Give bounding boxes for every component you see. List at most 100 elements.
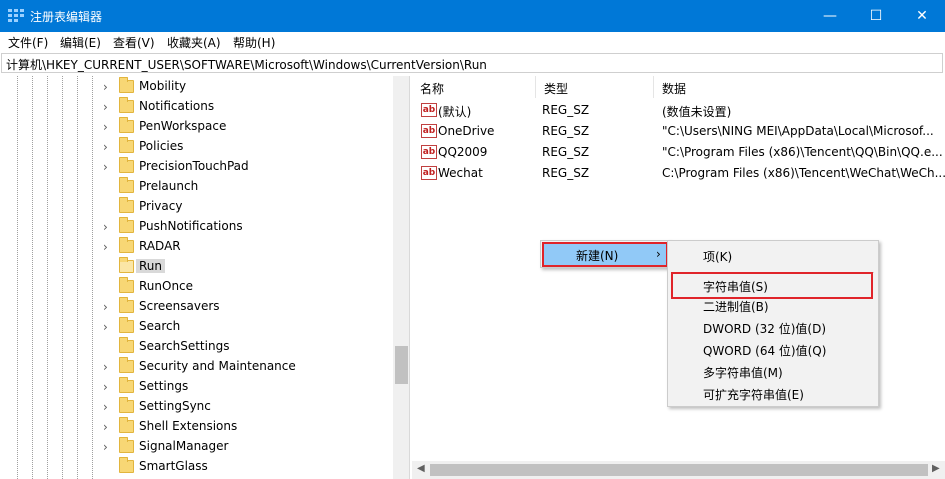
value-type: REG_SZ [542, 103, 590, 117]
list-scroll-thumb[interactable] [430, 464, 928, 476]
scroll-right-arrow-icon[interactable]: ▶ [932, 463, 940, 474]
submenu-item-expandable-string-value[interactable]: 可扩充字符串值(E) [671, 382, 875, 404]
chevron-right-icon[interactable]: › [103, 380, 113, 394]
tree-guide-line [77, 76, 78, 479]
menu-edit[interactable]: 编辑(E) [60, 34, 101, 51]
value-row-wechat[interactable]: ab Wechat REG_SZ C:\Program Files (x86)\… [412, 163, 945, 184]
tree-item-settings[interactable]: › Settings [103, 377, 393, 397]
tree-item-privacy[interactable]: Privacy [103, 197, 393, 217]
folder-icon [119, 297, 134, 313]
menu-bar: 文件(F) 编辑(E) 查看(V) 收藏夹(A) 帮助(H) [0, 32, 945, 52]
value-type: REG_SZ [542, 166, 590, 180]
tree-item-signalmanager[interactable]: › SignalManager [103, 437, 393, 457]
submenu-item-binary-value[interactable]: 二进制值(B) [671, 294, 875, 316]
chevron-right-icon[interactable]: › [103, 220, 113, 234]
folder-icon [119, 217, 134, 233]
column-header-name[interactable]: 名称 [412, 76, 536, 98]
maximize-button[interactable]: ☐ [853, 0, 899, 32]
chevron-right-icon[interactable]: › [103, 320, 113, 334]
submenu-item-label: 多字符串值(M) [703, 366, 783, 380]
tree-item-notifications[interactable]: › Notifications [103, 97, 393, 117]
new-submenu: 项(K) 字符串值(S) 二进制值(B) DWORD (32 位)值(D) QW… [667, 240, 879, 407]
tree-item-search[interactable]: › Search [103, 317, 393, 337]
chevron-right-icon[interactable]: › [103, 360, 113, 374]
chevron-right-icon[interactable]: › [103, 420, 113, 434]
tree-vertical-scrollbar[interactable] [393, 76, 409, 479]
tree-item-label: Search [139, 319, 181, 333]
tree-item-settingsync[interactable]: › SettingSync [103, 397, 393, 417]
menu-help[interactable]: 帮助(H) [233, 34, 275, 51]
folder-icon [119, 97, 134, 113]
chevron-right-icon[interactable]: › [103, 80, 113, 94]
tree-guide-line [32, 76, 33, 479]
value-row-qq2009[interactable]: ab QQ2009 REG_SZ "C:\Program Files (x86)… [412, 142, 945, 163]
tree-item-pushnotifications[interactable]: › PushNotifications [103, 217, 393, 237]
tree-item-penworkspace[interactable]: › PenWorkspace [103, 117, 393, 137]
folder-icon [119, 277, 134, 293]
value-name: Wechat [438, 166, 483, 180]
column-header-type[interactable]: 类型 [536, 76, 654, 98]
value-type: REG_SZ [542, 124, 590, 138]
chevron-right-icon[interactable]: › [103, 400, 113, 414]
folder-icon [119, 157, 134, 173]
tree-item-screensavers[interactable]: › Screensavers [103, 297, 393, 317]
submenu-item-multi-string-value[interactable]: 多字符串值(M) [671, 360, 875, 382]
submenu-item-qword-value[interactable]: QWORD (64 位)值(Q) [671, 338, 875, 360]
key-tree-pane[interactable]: › Mobility › Notifications › PenWorkspac… [1, 76, 410, 479]
tree-item-policies[interactable]: › Policies [103, 137, 393, 157]
folder-icon [119, 437, 134, 453]
tree-guide-line [62, 76, 63, 479]
scroll-left-arrow-icon[interactable]: ◀ [417, 463, 425, 474]
column-header-data[interactable]: 数据 [654, 76, 945, 98]
tree-item-searchsettings[interactable]: SearchSettings [103, 337, 393, 357]
chevron-right-icon[interactable]: › [103, 100, 113, 114]
folder-icon [119, 417, 134, 433]
window-title: 注册表编辑器 [30, 10, 103, 24]
tree-item-smartglass[interactable]: SmartGlass [103, 457, 393, 477]
value-name: QQ2009 [438, 145, 488, 159]
tree-item-prelaunch[interactable]: Prelaunch [103, 177, 393, 197]
folder-icon [119, 377, 134, 393]
menu-favorites[interactable]: 收藏夹(A) [167, 34, 221, 51]
tree-item-label: Settings [139, 379, 189, 393]
chevron-right-icon[interactable]: › [103, 240, 113, 254]
minimize-button[interactable]: — [807, 0, 853, 32]
list-horizontal-scrollbar[interactable]: ◀ ▶ [412, 461, 945, 479]
value-data: (数值未设置) [662, 105, 732, 119]
highlight-box-new [542, 242, 668, 267]
value-data: "C:\Program Files (x86)\Tencent\QQ\Bin\Q… [662, 145, 943, 159]
tree-item-radar[interactable]: › RADAR [103, 237, 393, 257]
chevron-right-icon[interactable]: › [103, 120, 113, 134]
address-bar[interactable]: 计算机\HKEY_CURRENT_USER\SOFTWARE\Microsoft… [1, 53, 943, 73]
close-button[interactable]: ✕ [899, 0, 945, 32]
chevron-right-icon[interactable]: › [103, 160, 113, 174]
tree-item-label: SignalManager [139, 439, 229, 453]
chevron-right-icon[interactable]: › [103, 140, 113, 154]
tree-item-precisiontouchpad[interactable]: › PrecisionTouchPad [103, 157, 393, 177]
tree-item-label: Notifications [139, 99, 215, 113]
submenu-item-dword-value[interactable]: DWORD (32 位)值(D) [671, 316, 875, 338]
tree-item-mobility[interactable]: › Mobility [103, 77, 393, 97]
chevron-right-icon[interactable]: › [103, 440, 113, 454]
tree-item-label: Shell Extensions [139, 419, 238, 433]
value-row-onedrive[interactable]: ab OneDrive REG_SZ "C:\Users\NING MEI\Ap… [412, 121, 945, 142]
address-path[interactable]: 计算机\HKEY_CURRENT_USER\SOFTWARE\Microsoft… [6, 56, 487, 73]
tree-item-runonce[interactable]: RunOnce [103, 277, 393, 297]
tree-scroll-thumb[interactable] [395, 346, 408, 384]
tree-guide-line [92, 76, 93, 479]
submenu-item-key[interactable]: 项(K) [671, 244, 875, 266]
menu-file[interactable]: 文件(F) [8, 34, 48, 51]
chevron-right-icon[interactable]: › [103, 300, 113, 314]
menu-view[interactable]: 查看(V) [113, 34, 155, 51]
folder-icon [119, 317, 134, 333]
tree-item-shell-extensions[interactable]: › Shell Extensions [103, 417, 393, 437]
tree-item-run[interactable]: Run [103, 257, 393, 277]
tree-item-label: RunOnce [139, 279, 194, 293]
folder-open-icon [119, 257, 134, 273]
folder-icon [119, 457, 134, 473]
tree-item-label: PushNotifications [139, 219, 243, 233]
tree-item-label: PrecisionTouchPad [139, 159, 249, 173]
folder-icon [119, 177, 134, 193]
value-row-default[interactable]: ab (默认) REG_SZ (数值未设置) [412, 100, 945, 121]
tree-item-security-and-maintenance[interactable]: › Security and Maintenance [103, 357, 393, 377]
